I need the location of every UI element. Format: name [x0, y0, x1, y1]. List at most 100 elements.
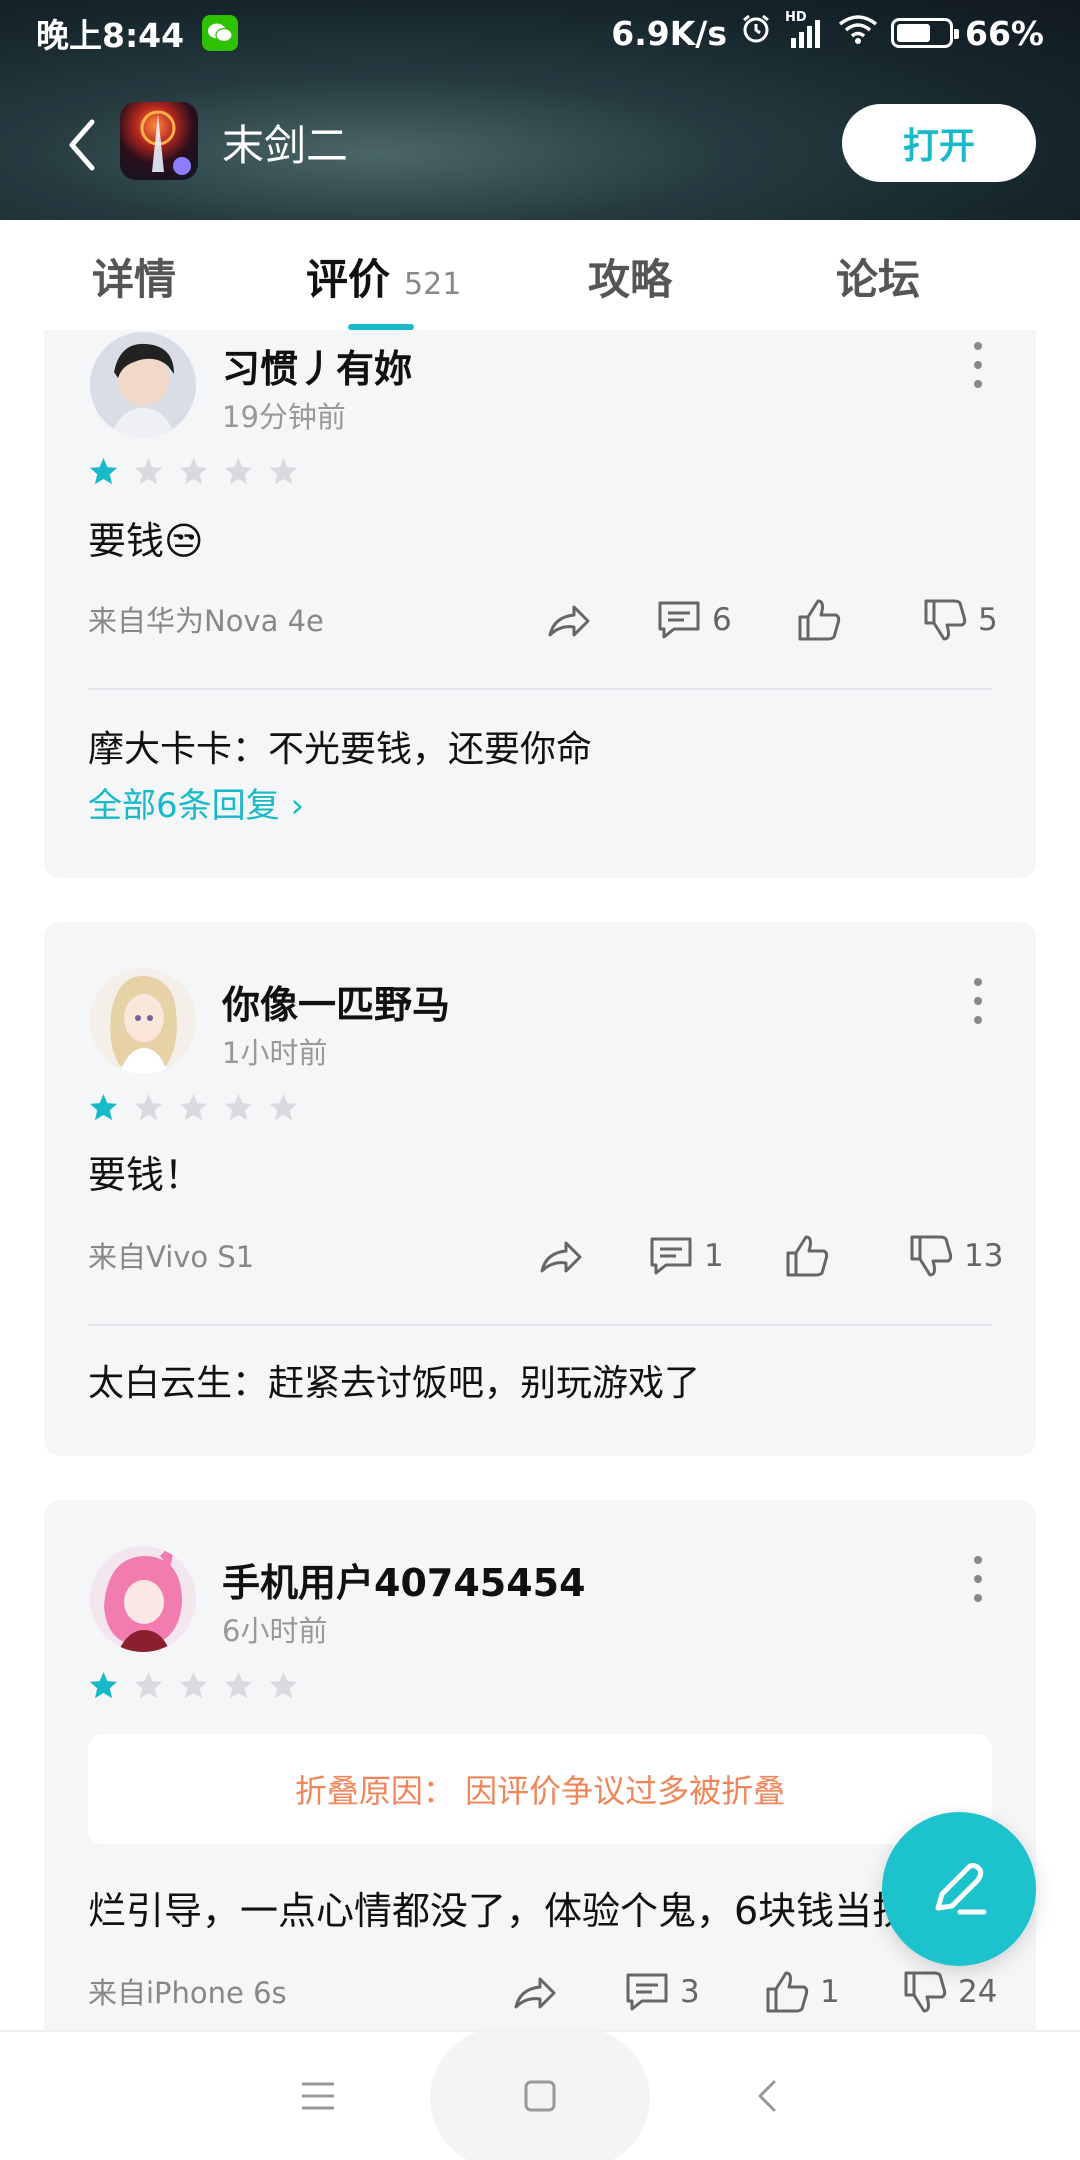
star-empty-icon — [269, 1093, 298, 1121]
star-filled-icon — [89, 1093, 118, 1121]
divider — [88, 688, 992, 690]
home-icon[interactable] — [510, 2066, 570, 2126]
comment-icon — [626, 1973, 668, 2011]
review-time: 6小时前 — [222, 1614, 328, 1648]
battery-icon — [891, 18, 959, 48]
comment-icon — [658, 601, 700, 639]
review-text: 要钱😒 — [88, 519, 204, 563]
comment-button[interactable]: 6 — [654, 590, 732, 650]
dislike-count: 24 — [958, 1974, 998, 2010]
status-bar: 晚上8:44 6.9K/s HD 66% — [0, 0, 1080, 66]
review-card: 手机用户40745454 6小时前 折叠原因： 因评价争议过多被折叠 烂引导，一… — [44, 1500, 1036, 2030]
like-count: 1 — [820, 1974, 840, 2010]
share-icon — [548, 605, 590, 637]
like-button[interactable]: 1 — [762, 1962, 840, 2022]
star-empty-icon — [179, 1093, 208, 1121]
review-username[interactable]: 手机用户40745454 — [222, 1552, 586, 1607]
comment-icon — [650, 1237, 692, 1275]
tab-guides[interactable]: 攻略 — [588, 246, 672, 307]
more-options-icon[interactable] — [974, 1556, 984, 1602]
more-options-icon[interactable] — [974, 342, 984, 388]
share-button[interactable] — [510, 1962, 560, 2022]
dislike-button[interactable]: 5 — [920, 590, 998, 650]
fold-reason-notice[interactable]: 折叠原因： 因评价争议过多被折叠 — [88, 1734, 992, 1844]
star-empty-icon — [134, 1671, 163, 1699]
tab-reviews[interactable]: 评价 521 — [306, 246, 461, 307]
share-icon — [514, 1977, 556, 2009]
review-card: 习惯丿有妳 19分钟前 要钱😒 来自华为Nova 4e 6 5 摩大卡卡：不光要… — [44, 330, 1036, 878]
like-button[interactable] — [782, 1226, 832, 1286]
star-empty-icon — [179, 1671, 208, 1699]
reviews-list[interactable]: 习惯丿有妳 19分钟前 要钱😒 来自华为Nova 4e 6 5 摩大卡卡：不光要… — [0, 330, 1080, 2030]
dislike-count: 5 — [978, 602, 998, 638]
review-text: 烂引导，一点心情都没了，体验个鬼，6块钱当扶 — [88, 1889, 911, 1933]
star-rating — [88, 1092, 299, 1123]
thumbs-up-icon — [798, 599, 841, 641]
star-rating — [88, 1670, 299, 1701]
avatar[interactable] — [90, 968, 196, 1074]
dislike-button[interactable]: 13 — [906, 1226, 1003, 1286]
net-speed: 6.9K/s — [611, 13, 727, 53]
review-actions: 1 13 — [44, 1226, 1036, 1286]
signal-icon: HD — [785, 10, 825, 50]
review-time: 19分钟前 — [222, 400, 346, 434]
share-icon — [540, 1241, 582, 1273]
star-empty-icon — [224, 1671, 253, 1699]
review-card: 你像一匹野马 1小时前 要钱！ 来自Vivo S1 1 13 太白云生：赶紧去讨… — [44, 922, 1036, 1456]
avatar[interactable] — [90, 1546, 196, 1652]
app-header: 晚上8:44 6.9K/s HD 66% 末剑二 打开 — [0, 0, 1080, 220]
thumbs-up-icon — [786, 1235, 829, 1277]
system-nav-bar — [0, 2028, 1080, 2160]
star-rating — [88, 456, 299, 487]
more-options-icon[interactable] — [974, 978, 984, 1024]
review-username[interactable]: 你像一匹野马 — [222, 974, 450, 1029]
share-button[interactable] — [536, 1226, 586, 1286]
review-text: 要钱！ — [88, 1153, 203, 1197]
share-button[interactable] — [544, 590, 594, 650]
tab-forum[interactable]: 论坛 — [836, 246, 920, 307]
comment-count: 6 — [712, 602, 732, 638]
all-replies-link[interactable]: 全部6条回复 › — [88, 778, 304, 827]
dislike-button[interactable]: 24 — [900, 1962, 997, 2022]
tab-details[interactable]: 详情 — [92, 246, 176, 307]
avatar[interactable] — [90, 332, 196, 438]
review-count: 521 — [404, 267, 462, 302]
star-empty-icon — [134, 457, 163, 485]
thumbs-up-icon — [766, 1971, 809, 2013]
battery-percent: 66% — [965, 13, 1044, 53]
open-app-button[interactable]: 打开 — [842, 104, 1036, 182]
pen-icon — [935, 1863, 987, 1915]
comment-button[interactable]: 1 — [646, 1226, 724, 1286]
back-arrow-icon — [69, 119, 95, 171]
review-actions: 3 1 24 — [44, 1962, 1036, 2022]
menu-icon[interactable] — [288, 2066, 348, 2126]
star-filled-icon — [89, 457, 118, 485]
status-time: 晚上8:44 — [36, 16, 185, 55]
reply-preview[interactable]: 太白云生：赶紧去讨饭吧，别玩游戏了 — [88, 1354, 700, 1406]
battery-level — [897, 24, 930, 42]
comment-count: 3 — [680, 1974, 700, 2010]
thumbs-down-icon — [924, 599, 967, 641]
review-time: 1小时前 — [222, 1036, 328, 1070]
comment-button[interactable]: 3 — [622, 1962, 700, 2022]
thumbs-down-icon — [904, 1971, 947, 2013]
dislike-count: 13 — [964, 1238, 1004, 1274]
star-empty-icon — [269, 1671, 298, 1699]
comment-count: 1 — [704, 1238, 724, 1274]
nav-back-icon[interactable] — [738, 2066, 798, 2126]
alarm-icon — [739, 12, 773, 54]
divider — [88, 1324, 992, 1326]
tab-bar: 详情 评价 521 攻略 论坛 — [0, 220, 1080, 330]
review-username[interactable]: 习惯丿有妳 — [222, 338, 412, 393]
star-empty-icon — [179, 457, 208, 485]
star-empty-icon — [134, 1093, 163, 1121]
back-button[interactable] — [58, 112, 108, 178]
write-review-button[interactable] — [882, 1812, 1036, 1966]
wifi-icon — [837, 12, 879, 54]
thumbs-down-icon — [910, 1235, 953, 1277]
reply-preview[interactable]: 摩大卡卡：不光要钱，还要你命 — [88, 720, 592, 772]
like-button[interactable] — [794, 590, 844, 650]
app-icon[interactable] — [120, 102, 198, 180]
app-title: 末剑二 — [222, 121, 349, 170]
star-empty-icon — [269, 457, 298, 485]
